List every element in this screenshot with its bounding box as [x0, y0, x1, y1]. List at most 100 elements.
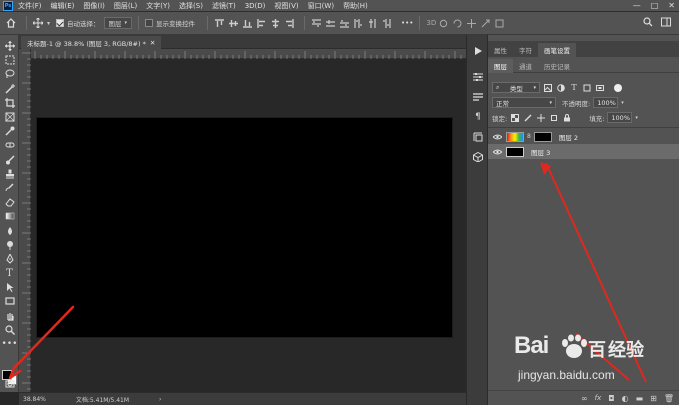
- dodge-tool-icon[interactable]: [0, 238, 19, 252]
- align-left-icon[interactable]: [256, 18, 266, 28]
- lock-transparent-icon[interactable]: [510, 113, 520, 123]
- ruler-vertical[interactable]: [19, 49, 31, 392]
- brush-tool-icon[interactable]: [0, 153, 19, 167]
- menu-edit[interactable]: 编辑(E): [51, 1, 75, 11]
- adjustment-icon[interactable]: ◐: [622, 394, 629, 403]
- marquee-tool-icon[interactable]: [0, 53, 19, 67]
- layer-mask-thumbnail[interactable]: [533, 131, 552, 142]
- distribute-vcenter-icon[interactable]: [325, 18, 335, 28]
- layer-filter-dropdown[interactable]: ⌕ 类型 ▾: [492, 82, 540, 93]
- distribute-hcenter-icon[interactable]: [367, 18, 377, 28]
- distribute-top-icon[interactable]: [311, 18, 321, 28]
- folder-icon[interactable]: ▬: [636, 394, 644, 403]
- menu-layer[interactable]: 图层(L): [114, 1, 137, 11]
- auto-select-checkbox[interactable]: [56, 19, 65, 27]
- frame-tool-icon[interactable]: [0, 110, 19, 124]
- link-icon[interactable]: ∞: [581, 394, 588, 403]
- pen-tool-icon[interactable]: [0, 252, 19, 266]
- minimize-button[interactable]: —: [633, 1, 641, 10]
- menu-image[interactable]: 图像(I): [83, 1, 105, 11]
- zoom-tool-icon[interactable]: [0, 323, 19, 337]
- document-tab[interactable]: 未标题-1 @ 38.8% (图层 3, RGB/8#) * ✕: [21, 36, 162, 49]
- filter-type-icon[interactable]: T: [569, 83, 579, 93]
- history-brush-tool-icon[interactable]: [0, 181, 19, 195]
- menu-file[interactable]: 文件(F): [18, 1, 42, 11]
- layer-row[interactable]: 8 图层 2: [488, 129, 679, 144]
- 3d-slide-icon[interactable]: [480, 18, 490, 28]
- 3d-scale-icon[interactable]: [494, 18, 504, 28]
- visibility-eye-icon[interactable]: [488, 134, 506, 140]
- filter-adjustment-icon[interactable]: [556, 83, 566, 93]
- trash-icon[interactable]: 🗑: [664, 394, 674, 403]
- document-canvas[interactable]: [37, 118, 452, 337]
- adjustments-sliders-icon[interactable]: [467, 67, 489, 87]
- 3d-cube-icon[interactable]: [467, 147, 489, 167]
- 3d-roll-icon[interactable]: [452, 18, 462, 28]
- filter-shape-icon[interactable]: [582, 83, 592, 93]
- opacity-input[interactable]: 100%: [593, 97, 619, 108]
- search-icon[interactable]: [643, 17, 653, 27]
- move-tool-icon[interactable]: [33, 18, 43, 28]
- new-layer-icon[interactable]: ⊞: [650, 394, 657, 403]
- mask-icon[interactable]: ◘: [608, 394, 614, 403]
- menu-filter[interactable]: 滤镜(T): [212, 1, 236, 11]
- align-right-icon[interactable]: [284, 18, 294, 28]
- menu-help[interactable]: 帮助(H): [343, 1, 368, 11]
- show-transform-checkbox[interactable]: [145, 19, 154, 27]
- layer-row-selected[interactable]: 图层 3: [488, 144, 679, 159]
- healing-brush-tool-icon[interactable]: [0, 138, 19, 152]
- visibility-eye-icon[interactable]: [488, 149, 506, 155]
- eraser-tool-icon[interactable]: [0, 195, 19, 209]
- rectangle-tool-icon[interactable]: [0, 294, 19, 308]
- 3d-pan-icon[interactable]: [466, 18, 476, 28]
- close-window-button[interactable]: ✕: [668, 1, 675, 10]
- tab-channels[interactable]: 通道: [513, 59, 538, 73]
- ruler-horizontal[interactable]: [31, 49, 466, 59]
- hand-tool-icon[interactable]: [0, 309, 19, 323]
- type-tool-icon[interactable]: T: [0, 266, 19, 280]
- lasso-tool-icon[interactable]: [0, 67, 19, 81]
- eyedropper-tool-icon[interactable]: [0, 124, 19, 138]
- fx-icon[interactable]: fx: [595, 394, 602, 402]
- clone-stamp-tool-icon[interactable]: [0, 167, 19, 181]
- align-hcenter-icon[interactable]: [270, 18, 280, 28]
- menu-select[interactable]: 选择(S): [179, 1, 203, 11]
- lock-image-icon[interactable]: [523, 113, 533, 123]
- layer-name[interactable]: 图层 2: [559, 132, 578, 142]
- zoom-level[interactable]: 38.84%: [23, 396, 46, 403]
- more-tools-icon[interactable]: •••: [0, 337, 19, 351]
- close-tab-icon[interactable]: ✕: [150, 39, 155, 47]
- align-top-icon[interactable]: [214, 18, 224, 28]
- play-icon[interactable]: [467, 41, 489, 61]
- path-selection-tool-icon[interactable]: [0, 280, 19, 294]
- magic-wand-tool-icon[interactable]: [0, 82, 19, 96]
- distribute-left-icon[interactable]: [353, 18, 363, 28]
- distribute-bottom-icon[interactable]: [339, 18, 349, 28]
- blur-tool-icon[interactable]: [0, 223, 19, 237]
- distribute-right-icon[interactable]: [381, 18, 391, 28]
- lock-all-icon[interactable]: [562, 113, 572, 123]
- menu-window[interactable]: 窗口(W): [308, 1, 334, 11]
- filter-toggle-icon[interactable]: [614, 83, 622, 92]
- chevron-down-icon[interactable]: ▾: [621, 100, 624, 106]
- tab-brush-settings[interactable]: 画笔设置: [538, 43, 576, 57]
- fill-input[interactable]: 100%: [607, 112, 633, 123]
- crop-tool-icon[interactable]: [0, 96, 19, 110]
- menu-3d[interactable]: 3D(D): [245, 2, 266, 10]
- lock-position-icon[interactable]: [536, 113, 546, 123]
- chevron-down-icon[interactable]: ▾: [47, 20, 50, 27]
- layer-name[interactable]: 图层 3: [531, 147, 550, 157]
- tab-history[interactable]: 历史记录: [538, 59, 576, 73]
- gradient-tool-icon[interactable]: [0, 209, 19, 223]
- menu-type[interactable]: 文字(Y): [146, 1, 170, 11]
- align-bottom-icon[interactable]: [242, 18, 252, 28]
- character-icon[interactable]: ¶: [467, 107, 489, 127]
- more-options-button[interactable]: •••: [401, 19, 413, 27]
- chevron-down-icon[interactable]: ▾: [635, 115, 638, 121]
- blend-mode-dropdown[interactable]: 正常 ▾: [492, 97, 556, 108]
- lock-artboard-icon[interactable]: [549, 113, 559, 123]
- properties-icon[interactable]: [467, 127, 489, 147]
- move-tool-icon[interactable]: [0, 39, 19, 53]
- filter-smart-object-icon[interactable]: [595, 83, 605, 93]
- 3d-rotate-icon[interactable]: [438, 18, 448, 28]
